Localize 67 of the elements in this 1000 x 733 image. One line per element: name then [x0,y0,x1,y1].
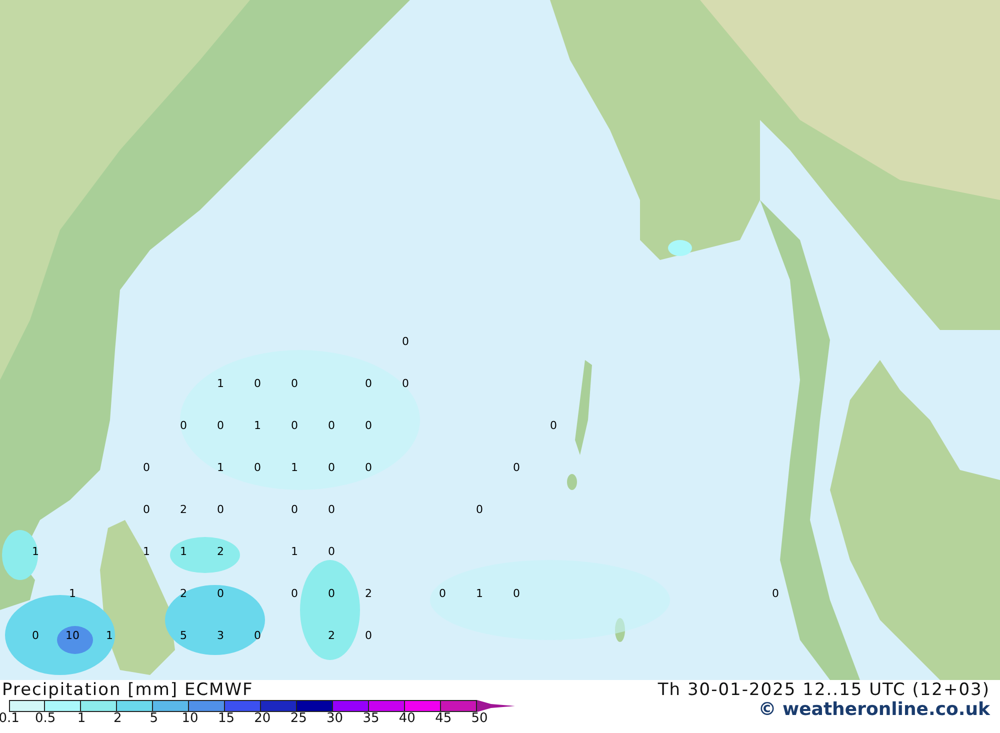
precipitation-value: 2 [180,504,187,514]
precipitation-value: 0 [291,504,298,514]
legend-label: 50 [470,712,489,726]
legend-label: 25 [289,712,308,726]
legend-label: 10 [180,712,200,726]
legend-label: 0.5 [34,712,57,726]
legend-label: 2 [112,712,123,726]
precipitation-value: 0 [365,420,372,430]
precipitation-value: 1 [32,546,39,556]
precipitation-value: 1 [217,462,224,472]
map-title: Precipitation [mm] ECMWF [1,680,254,700]
precipitation-value: 0 [439,588,446,598]
precipitation-value: 0 [180,420,187,430]
precipitation-value: 0 [217,504,224,514]
legend-label: 40 [398,712,416,726]
legend-label: 15 [216,712,236,726]
legend-label: 35 [362,712,380,726]
legend-label: 1 [76,712,87,726]
precipitation-value: 2 [365,588,372,598]
precipitation-value: 0 [772,588,779,598]
precipitation-value: 0 [254,630,261,640]
legend-label: 45 [434,712,453,726]
precipitation-value: 3 [217,630,224,640]
precipitation-value: 0 [365,378,372,388]
precipitation-value: 0 [365,462,372,472]
legend-arrow-icon [477,700,515,712]
precipitation-value: 10 [66,630,80,640]
precipitation-value: 0 [291,588,298,598]
precipitation-value: 0 [291,420,298,430]
precipitation-value: 0 [291,378,298,388]
precipitation-value: 5 [180,630,187,640]
precipitation-value: 0 [254,462,261,472]
precipitation-value: 1 [217,378,224,388]
precipitation-value: 0 [513,462,520,472]
precipitation-value: 0 [32,630,39,640]
precipitation-value: 1 [291,462,298,472]
precipitation-value: 1 [180,546,187,556]
precipitation-value: 1 [106,630,113,640]
precipitation-value: 0 [476,504,483,514]
precipitation-value: 2 [328,630,335,640]
precipitation-value: 1 [291,546,298,556]
legend-label: 20 [253,712,272,726]
precipitation-value: 0 [402,336,409,346]
legend-label: 30 [326,712,344,726]
precipitation-value: 1 [254,420,261,430]
precipitation-value: 0 [365,630,372,640]
precipitation-value: 0 [328,588,335,598]
precipitation-value: 0 [217,420,224,430]
precipitation-value: 0 [328,462,335,472]
precipitation-value: 0 [513,588,520,598]
precipitation-value: 1 [69,588,76,598]
precipitation-value: 0 [328,504,335,514]
precipitation-value: 0 [328,420,335,430]
precipitation-value: 2 [217,546,224,556]
site-credit: © weatheronline.co.uk [758,700,990,720]
precipitation-value: 0 [402,378,409,388]
precipitation-value: 2 [180,588,187,598]
precipitation-value: 0 [143,504,150,514]
precipitation-value: 1 [476,588,483,598]
precipitation-value: 0 [328,546,335,556]
precipitation-value: 0 [217,588,224,598]
legend-label: 5 [148,712,159,726]
valid-time: Th 30-01-2025 12..15 UTC (12+03) [658,680,990,700]
precipitation-value: 0 [254,378,261,388]
precipitation-value: 0 [143,462,150,472]
precipitation-value: 1 [143,546,150,556]
precipitation-value: 0 [550,420,557,430]
